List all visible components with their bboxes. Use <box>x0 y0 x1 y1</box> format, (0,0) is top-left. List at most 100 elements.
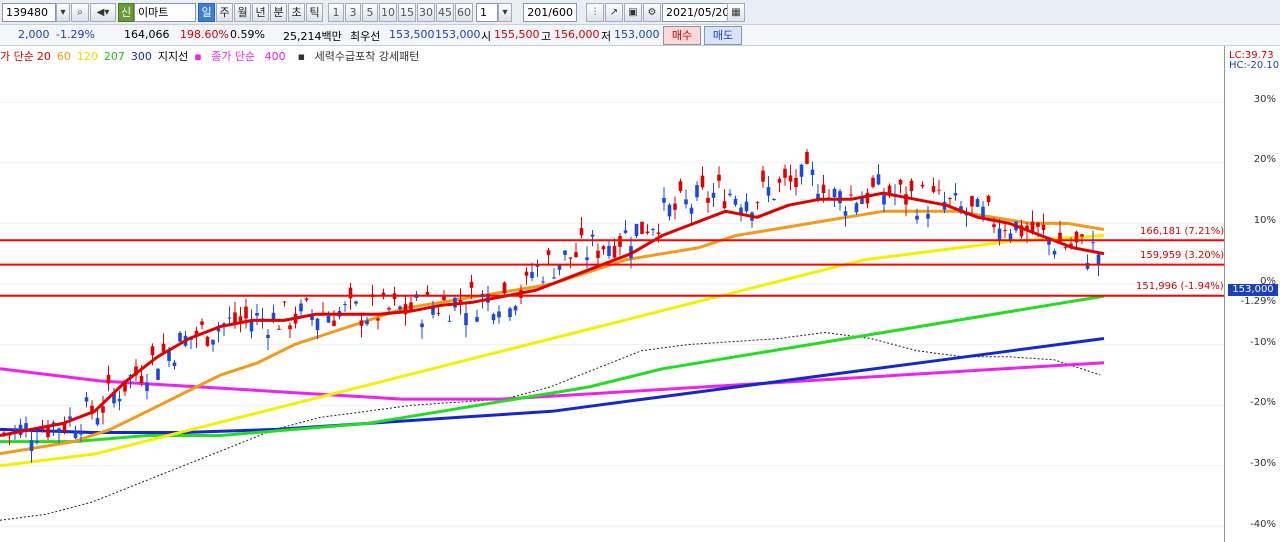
candle-body <box>359 320 364 326</box>
candle-body <box>387 307 391 310</box>
speaker-dropdown-icon[interactable]: ◀▾ <box>90 3 116 22</box>
interval-button[interactable]: 60 <box>455 3 473 22</box>
stock-code-value: 139480 <box>6 6 48 19</box>
interval-button[interactable]: 45 <box>436 3 454 22</box>
candle-body <box>57 428 61 433</box>
candle-body <box>101 406 105 413</box>
candle-body <box>524 271 529 276</box>
candle-body <box>948 198 952 200</box>
candle-body <box>937 189 941 191</box>
date-field[interactable]: 2021/05/20 <box>662 3 728 22</box>
candle-body <box>618 235 622 247</box>
interval-button[interactable]: 5 <box>362 3 378 22</box>
interval-button[interactable]: 3 <box>345 3 361 22</box>
interval-dropdown-icon[interactable]: ▾ <box>498 3 512 22</box>
candle-body <box>95 418 100 425</box>
candle-body <box>425 291 430 295</box>
period-button[interactable]: 분 <box>270 3 287 22</box>
candle-body <box>299 303 303 312</box>
interval-button[interactable]: 15 <box>398 3 416 22</box>
period-button[interactable]: 월 <box>234 3 251 22</box>
candle-body <box>788 175 793 182</box>
candle-body <box>689 207 694 214</box>
candle-body <box>843 211 848 216</box>
candle-body <box>491 314 496 321</box>
candle-body <box>777 178 782 183</box>
interval-button[interactable]: 1 <box>328 3 344 22</box>
candle-body <box>596 250 600 258</box>
period-button[interactable]: 년 <box>252 3 269 22</box>
candle-body <box>854 203 859 213</box>
candle-body <box>992 224 996 228</box>
display-total: /600 <box>548 6 573 19</box>
legend-close-ma-label: ▪ 종가 단순 400 <box>194 50 291 63</box>
change-percent: -1.29% <box>56 28 95 41</box>
candle-body <box>354 301 358 304</box>
period-button[interactable]: 초 <box>288 3 305 22</box>
candle-body <box>634 223 639 236</box>
period-button[interactable]: 주 <box>216 3 233 22</box>
candle-body <box>139 376 144 384</box>
buy-button[interactable]: 매수 <box>663 26 701 45</box>
candle-body <box>266 334 270 339</box>
candle-body <box>761 170 765 182</box>
stock-code-input[interactable]: 139480 <box>2 3 56 22</box>
legend-pattern-bullet: ▪ <box>297 50 309 63</box>
y-tick: -40% <box>1250 519 1276 530</box>
level-label-3: 151,996 (-1.94%) <box>1136 281 1224 292</box>
candle-body <box>744 201 749 212</box>
period-button[interactable]: 틱 <box>306 3 323 22</box>
candle-body <box>541 281 545 283</box>
draw-tool-icon[interactable]: ↗ <box>605 3 623 22</box>
best-quote-label: 최우선 <box>350 30 381 43</box>
display-count: 201 <box>527 6 549 19</box>
interval-button[interactable]: 30 <box>417 3 435 22</box>
ma60-line <box>0 209 1105 456</box>
candle-body <box>805 152 809 164</box>
current-price-tag: 153,000 <box>1228 284 1278 296</box>
candle-body <box>849 194 853 196</box>
settings-gear-icon[interactable]: ⚙ <box>643 3 661 22</box>
interval-count-input[interactable]: 1 <box>476 3 498 22</box>
candle-body <box>464 313 468 326</box>
candle-body <box>997 228 1002 240</box>
candle-body <box>821 184 826 194</box>
candle-type-icon[interactable]: ⫶ <box>586 3 604 22</box>
interval-button[interactable]: 10 <box>379 3 397 22</box>
display-count-field[interactable]: 201/600 <box>523 3 577 22</box>
candle-body <box>161 343 166 352</box>
candle-body <box>783 168 787 178</box>
sell-button[interactable]: 매도 <box>704 26 742 45</box>
calendar-icon[interactable]: ▦ <box>727 3 745 22</box>
candle-body <box>794 177 798 188</box>
candle-body <box>508 308 512 318</box>
candle-body <box>755 202 760 204</box>
candle-body <box>728 193 732 196</box>
open-price: 155,500 <box>494 28 540 41</box>
candle-body <box>117 398 122 402</box>
candle-body <box>513 306 518 311</box>
code-dropdown-icon[interactable]: ▾ <box>56 3 70 22</box>
search-icon[interactable]: ⌕ <box>71 3 89 22</box>
ma207-line <box>0 294 1105 444</box>
candle-body <box>436 312 441 314</box>
candle-body <box>172 362 177 367</box>
candle-body <box>832 188 837 198</box>
candle-body <box>970 196 974 207</box>
candle-body <box>1003 230 1007 232</box>
save-icon[interactable]: ▣ <box>624 3 642 22</box>
level-label-1: 166,181 (7.21%) <box>1140 226 1225 237</box>
candle-body <box>238 316 243 322</box>
candle-body <box>574 252 578 257</box>
candle-body <box>1008 233 1013 240</box>
legend-ma20: 20 <box>36 50 51 63</box>
candle-body <box>898 179 903 185</box>
trade-amount: 25,214백만 <box>283 30 342 43</box>
price-chart[interactable] <box>0 46 1224 542</box>
stock-name-field[interactable]: 이마트 <box>134 3 196 22</box>
candle-body <box>1041 224 1046 231</box>
candle-body <box>227 317 232 319</box>
axis-hc: HC:-20.10 <box>1229 60 1280 71</box>
period-button[interactable]: 일 <box>198 3 215 22</box>
indicator-legend: 가 단순 20 60 120 207 300 지지선 ▪ 종가 단순 400 ▪ 세력수급포착 … <box>0 48 431 64</box>
